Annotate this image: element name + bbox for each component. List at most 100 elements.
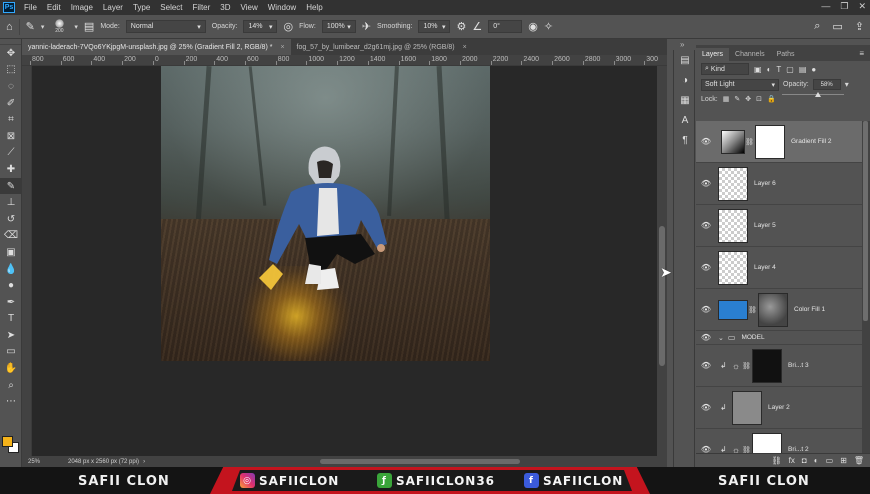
layer-row[interactable]: 👁 Layer 5: [696, 205, 866, 247]
quick-select-tool-icon[interactable]: ✐: [0, 95, 22, 112]
gear-icon[interactable]: ⚙: [456, 20, 466, 33]
share-icon[interactable]: ⇪: [855, 20, 864, 33]
layers-scrollbar[interactable]: [862, 121, 870, 453]
zoom-tool-icon[interactable]: ⌕: [0, 377, 22, 394]
eyedropper-tool-icon[interactable]: ⟋: [0, 145, 22, 162]
layer-mask-thumbnail[interactable]: [755, 124, 785, 159]
eye-icon[interactable]: 👁: [696, 361, 716, 370]
history-brush-tool-icon[interactable]: ↺: [0, 211, 22, 228]
color-swatches[interactable]: [2, 436, 20, 456]
pen-tool-icon[interactable]: ✒: [0, 294, 22, 311]
brush-picker-chevron-icon[interactable]: ▾: [74, 23, 78, 31]
document-info[interactable]: 2048 px x 2560 px (72 ppi): [62, 459, 139, 465]
eye-icon[interactable]: 👁: [696, 179, 716, 188]
adjustments-panel-icon[interactable]: ◑: [674, 70, 696, 90]
filter-kind-select[interactable]: ⌕ Kind: [701, 63, 749, 75]
dodge-tool-icon[interactable]: ●: [0, 277, 22, 294]
new-adjustment-icon[interactable]: ◐: [814, 456, 819, 465]
collapse-panels-icon[interactable]: »: [680, 40, 684, 49]
tab-channels[interactable]: Channels: [729, 48, 771, 61]
new-group-icon[interactable]: ▭: [826, 456, 834, 465]
angle-field[interactable]: 0°: [488, 20, 523, 33]
symmetry-icon[interactable]: ✧: [544, 20, 553, 33]
history-panel-icon[interactable]: ▤: [674, 50, 696, 70]
layer-row[interactable]: 👁 ⛓ Color Fill 1: [696, 289, 866, 331]
frame-tool-icon[interactable]: ⊠: [0, 128, 22, 145]
menu-file[interactable]: File: [19, 3, 42, 12]
chain-link-icon[interactable]: ⛓: [742, 446, 751, 454]
eye-icon[interactable]: 👁: [696, 445, 716, 453]
layer-mask-thumbnail[interactable]: [752, 432, 782, 453]
lock-position-icon[interactable]: ✥: [745, 95, 751, 103]
minimize-button[interactable]: —: [821, 1, 830, 12]
lasso-tool-icon[interactable]: ◌: [0, 78, 22, 95]
hand-tool-icon[interactable]: ✋: [0, 360, 22, 377]
opacity-slider[interactable]: [782, 92, 844, 98]
tab-paths[interactable]: Paths: [771, 48, 801, 61]
brush-preset-picker[interactable]: 200: [50, 18, 68, 36]
foreground-color-swatch[interactable]: [2, 436, 13, 447]
eye-icon[interactable]: 👁: [696, 221, 716, 230]
chain-link-icon[interactable]: ⛓: [745, 138, 754, 146]
layer-row[interactable]: 👁 Layer 6: [696, 163, 866, 205]
lock-pixels-icon[interactable]: ✎: [734, 95, 740, 103]
chain-link-icon[interactable]: ⛓: [742, 362, 751, 370]
rectangle-tool-icon[interactable]: ▭: [0, 344, 22, 361]
flow-field[interactable]: 100% ▾: [321, 20, 356, 33]
pressure-size-icon[interactable]: ◉: [528, 20, 538, 33]
blur-tool-icon[interactable]: 💧: [0, 261, 22, 278]
zoom-level[interactable]: 25%: [22, 459, 62, 465]
layer-row[interactable]: 👁 ⛓ Gradient Fill 2: [696, 121, 866, 163]
menu-help[interactable]: Help: [301, 3, 327, 12]
vertical-scrollbar[interactable]: [657, 66, 667, 456]
add-mask-icon[interactable]: ◘: [802, 456, 807, 465]
menu-window[interactable]: Window: [263, 3, 301, 12]
layer-style-icon[interactable]: fx: [789, 456, 795, 465]
path-select-tool-icon[interactable]: ➤: [0, 327, 22, 344]
tab-active-document[interactable]: yannic-laderach-7VQo6YKjpgM-unsplash.jpg…: [22, 39, 291, 55]
filter-pixel-icon[interactable]: ▣: [754, 65, 762, 74]
mode-select[interactable]: Normal ▾: [125, 20, 206, 33]
menu-filter[interactable]: Filter: [188, 3, 216, 12]
eye-icon[interactable]: 👁: [696, 263, 716, 272]
close-icon[interactable]: ×: [280, 44, 284, 51]
character-panel-icon[interactable]: A: [674, 110, 696, 130]
filter-shape-icon[interactable]: ▢: [786, 65, 794, 74]
tool-preset-chevron-icon[interactable]: ▾: [41, 23, 45, 31]
menu-view[interactable]: View: [236, 3, 263, 12]
blend-mode-select[interactable]: Soft Light ▾: [701, 78, 779, 91]
filter-adjustment-icon[interactable]: ◐: [767, 65, 772, 74]
lock-transparency-icon[interactable]: ▦: [723, 95, 730, 103]
layers-scrollbar-thumb[interactable]: [863, 121, 868, 321]
paragraph-panel-icon[interactable]: ¶: [674, 130, 696, 150]
close-icon[interactable]: ×: [463, 44, 467, 51]
gradient-tool-icon[interactable]: ▣: [0, 244, 22, 261]
document-image[interactable]: [161, 66, 490, 361]
new-layer-icon[interactable]: ⊞: [840, 456, 847, 465]
lock-artboard-icon[interactable]: ⊡: [756, 95, 762, 103]
opacity-slider-knob[interactable]: [814, 92, 821, 97]
layer-row[interactable]: 👁 Layer 4: [696, 247, 866, 289]
menu-image[interactable]: Image: [66, 3, 98, 12]
restore-button[interactable]: ❐: [840, 1, 848, 12]
layer-group-row[interactable]: 👁 ⌄ ▭ MODEL: [696, 331, 866, 345]
menu-select[interactable]: Select: [155, 3, 187, 12]
type-tool-icon[interactable]: T: [0, 311, 22, 328]
canvas-area[interactable]: [32, 66, 657, 456]
panel-menu-icon[interactable]: ≡: [853, 46, 870, 61]
layer-row[interactable]: 👁 ↲ ☼ ⛓ Bri...t 3: [696, 345, 866, 387]
more-tools-icon[interactable]: ⋯: [0, 393, 22, 410]
eye-icon[interactable]: 👁: [696, 403, 716, 412]
home-icon[interactable]: ⌂: [6, 21, 13, 33]
layer-opacity-field[interactable]: 58%: [812, 79, 841, 90]
filter-smart-object-icon[interactable]: ▤: [799, 65, 807, 74]
layer-mask-thumbnail[interactable]: [758, 292, 788, 327]
eye-icon[interactable]: 👁: [696, 305, 716, 314]
libraries-panel-icon[interactable]: ▦: [674, 90, 696, 110]
status-chevron-icon[interactable]: ›: [143, 459, 145, 465]
brush-settings-icon[interactable]: ▤: [84, 20, 94, 33]
layer-row[interactable]: 👁 ↲ ☼ ⛓ Bri...t 2: [696, 429, 866, 453]
link-layers-icon[interactable]: ⛓: [772, 456, 782, 465]
layer-mask-thumbnail[interactable]: [752, 348, 782, 383]
menu-edit[interactable]: Edit: [42, 3, 66, 12]
